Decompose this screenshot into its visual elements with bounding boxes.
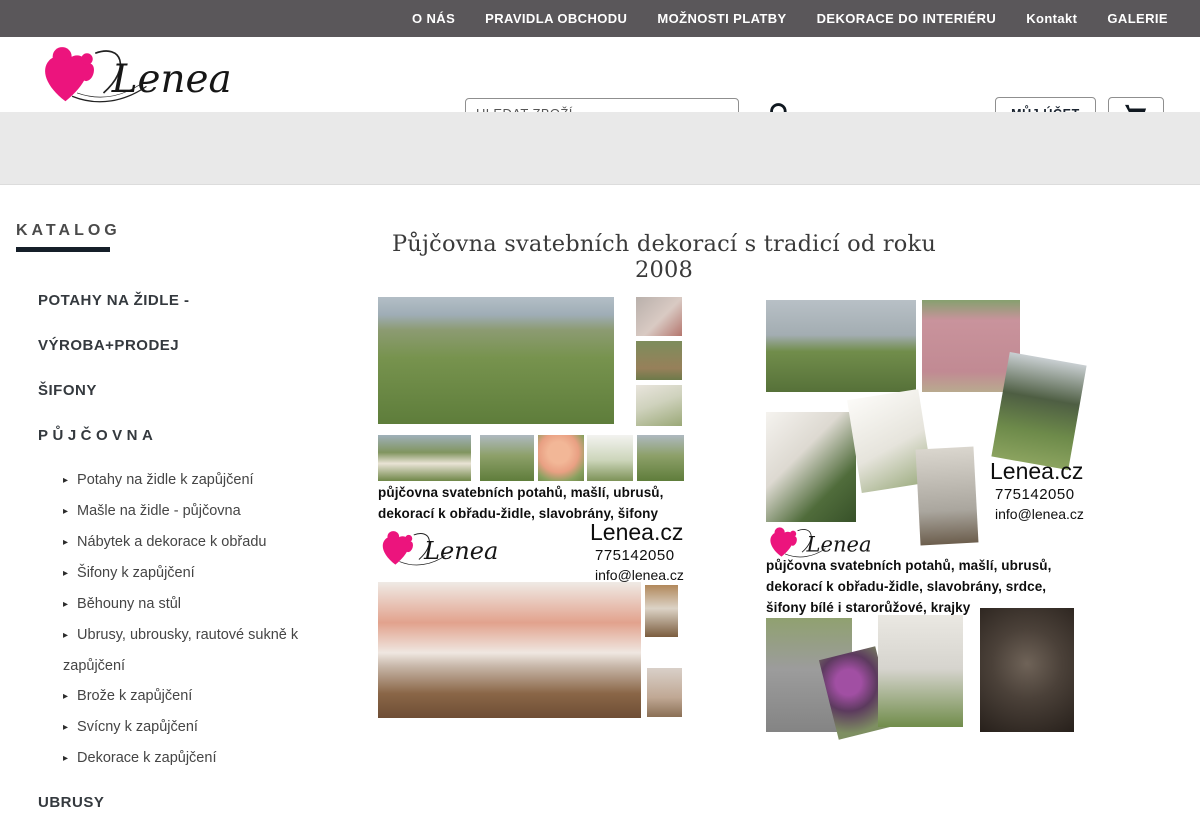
photo-wooden-signs (636, 341, 682, 380)
photo-peach-bouquet (538, 435, 584, 481)
nav-galerie[interactable]: GALERIE (1107, 11, 1168, 26)
contact-site: Lenea.cz (590, 519, 684, 545)
photo-lace-sign (636, 385, 682, 426)
sidebar-subitem-broze[interactable]: ▸ Brože k zapůjčení (0, 681, 345, 712)
triangle-bullet-icon: ▸ (63, 753, 68, 764)
sidebar-subitem-ubrusy-ubrousky[interactable]: ▸Ubrusy, ubrousky, rautové sukně k zapůj… (0, 620, 345, 681)
catalog-list: POTAHY NA ŽIDLE - VÝROBA+PRODEJ ŠIFONY P… (0, 278, 345, 825)
photo-banquet-hall (378, 582, 641, 718)
catalog-sidebar: KATALOG POTAHY NA ŽIDLE - VÝROBA+PRODEJ … (0, 222, 345, 825)
contact-site: Lenea.cz (990, 458, 1084, 484)
subitem-label: Nábytek a dekorace k obřadu (77, 534, 266, 550)
photo-outdoor-ceremony-aisle (378, 297, 614, 424)
photo-tilted-white-arch (991, 352, 1086, 470)
triangle-bullet-icon: ▸ (63, 475, 68, 486)
subitem-label: Svícny k zapůjčení (77, 719, 198, 735)
nav-kontakt[interactable]: Kontakt (1026, 11, 1077, 26)
triangle-bullet-icon: ▸ (63, 568, 68, 579)
photo-white-drape-arch (766, 300, 916, 392)
logo-wordmark: Lenea (423, 537, 498, 565)
photo-couple-heart-lights (980, 608, 1074, 732)
collage-left-contact: Lenea.cz 775142050 info@lenea.cz (590, 519, 684, 585)
header: Lenea MŮJ ÚČET (0, 37, 1200, 112)
photo-table-centerpiece (647, 668, 682, 717)
sidebar-subitem-behouny[interactable]: ▸ Běhouny na stůl (0, 589, 345, 620)
logo-wordmark: Lenea (111, 57, 232, 102)
contact-email: info@lenea.cz (990, 505, 1084, 524)
logo-heart-icon: Lenea (34, 45, 254, 107)
triangle-bullet-icon: ▸ (63, 599, 68, 610)
photo-lace-stairs (766, 412, 856, 522)
collage-left: půjčovna svatebních potahů, mašlí, ubrus… (378, 297, 684, 719)
logo-heart-icon: Lenea (380, 527, 508, 571)
subitem-label: Běhouny na stůl (77, 596, 181, 612)
photo-lace-chair-cover (916, 447, 979, 546)
triangle-bullet-icon: ▸ (63, 630, 68, 641)
collage-right-caption-2: dekorací k obřadu-židle, slavobrány, srd… (766, 577, 1046, 597)
sidebar-subitem-nabytek[interactable]: ▸ Nábytek a dekorace k obřadu (0, 527, 345, 558)
catalog-title-underline (16, 247, 110, 252)
subitem-label: Mašle na židle - půjčovna (77, 503, 241, 519)
catalog-title: KATALOG (0, 222, 345, 240)
top-nav: O NÁS PRAVIDLA OBCHODU MOŽNOSTI PLATBY D… (0, 0, 1200, 37)
photo-greenery-decor (587, 435, 633, 481)
sidebar-item-potahy-vyroba[interactable]: POTAHY NA ŽIDLE - VÝROBA+PRODEJ (0, 278, 345, 368)
subitem-label: Potahy na židle k zapůjčení (77, 472, 254, 488)
photo-picnic-decor (378, 435, 471, 481)
page-title: Půjčovna svatebních dekorací s tradicí o… (378, 231, 950, 283)
triangle-bullet-icon: ▸ (63, 506, 68, 517)
photo-small-arch (480, 435, 534, 481)
triangle-bullet-icon: ▸ (63, 537, 68, 548)
nav-pravidla-obchodu[interactable]: PRAVIDLA OBCHODU (485, 11, 627, 26)
collage-left-caption-1: půjčovna svatebních potahů, mašlí, ubrus… (378, 483, 664, 503)
nav-moznosti-platby[interactable]: MOŽNOSTI PLATBY (657, 11, 786, 26)
nav-o-nas[interactable]: O NÁS (412, 11, 455, 26)
nav-dekorace-do-interieru[interactable]: DEKORACE DO INTERIÉRU (817, 11, 997, 26)
sidebar-subitem-masle[interactable]: ▸ Mašle na židle - půjčovna (0, 496, 345, 527)
sidebar-subitem-potahy-zapujceni[interactable]: ▸ Potahy na židle k zapůjčení (0, 465, 345, 496)
pujcovna-sublist: ▸ Potahy na židle k zapůjčení ▸ Mašle na ž… (0, 465, 345, 774)
photo-love-sign (636, 297, 682, 336)
photo-menu-easel (645, 585, 678, 637)
contact-phone: 775142050 (590, 545, 684, 566)
header-band (0, 112, 1200, 185)
photo-white-folding-chairs (878, 615, 963, 727)
collage-left-logo: Lenea (380, 527, 508, 571)
sidebar-item-sifony[interactable]: ŠIFONY (0, 368, 345, 413)
sidebar-subitem-svicny[interactable]: ▸ Svícny k zapůjčení (0, 712, 345, 743)
triangle-bullet-icon: ▸ (63, 722, 68, 733)
sidebar-subitem-dekorace[interactable]: ▸ Dekorace k zapůjčení (0, 743, 345, 774)
collage-right: Lenea.cz 775142050 info@lenea.cz Lenea p… (766, 300, 1086, 734)
sidebar-item-ubrusy[interactable]: UBRUSY (0, 780, 345, 825)
sidebar-subitem-sifony-zapujceni[interactable]: ▸ Šifony k zapůjčení (0, 558, 345, 589)
triangle-bullet-icon: ▸ (63, 691, 68, 702)
contact-phone: 775142050 (990, 484, 1084, 505)
photo-arch-table (637, 435, 684, 481)
subitem-label: Dekorace k zapůjčení (77, 750, 216, 766)
subitem-label: Brože k zapůjčení (77, 688, 192, 704)
brand-logo[interactable]: Lenea (34, 45, 254, 107)
collage-right-contact: Lenea.cz 775142050 info@lenea.cz (990, 458, 1084, 524)
logo-wordmark: Lenea (806, 532, 872, 557)
subitem-label: Ubrusy, ubrousky, rautové sukně k zapůjč… (63, 627, 298, 674)
collage-right-caption-1: půjčovna svatebních potahů, mašlí, ubrus… (766, 556, 1052, 576)
sidebar-item-pujcovna[interactable]: PŮJČOVNA (0, 413, 345, 458)
subitem-label: Šifony k zapůjčení (77, 565, 195, 581)
